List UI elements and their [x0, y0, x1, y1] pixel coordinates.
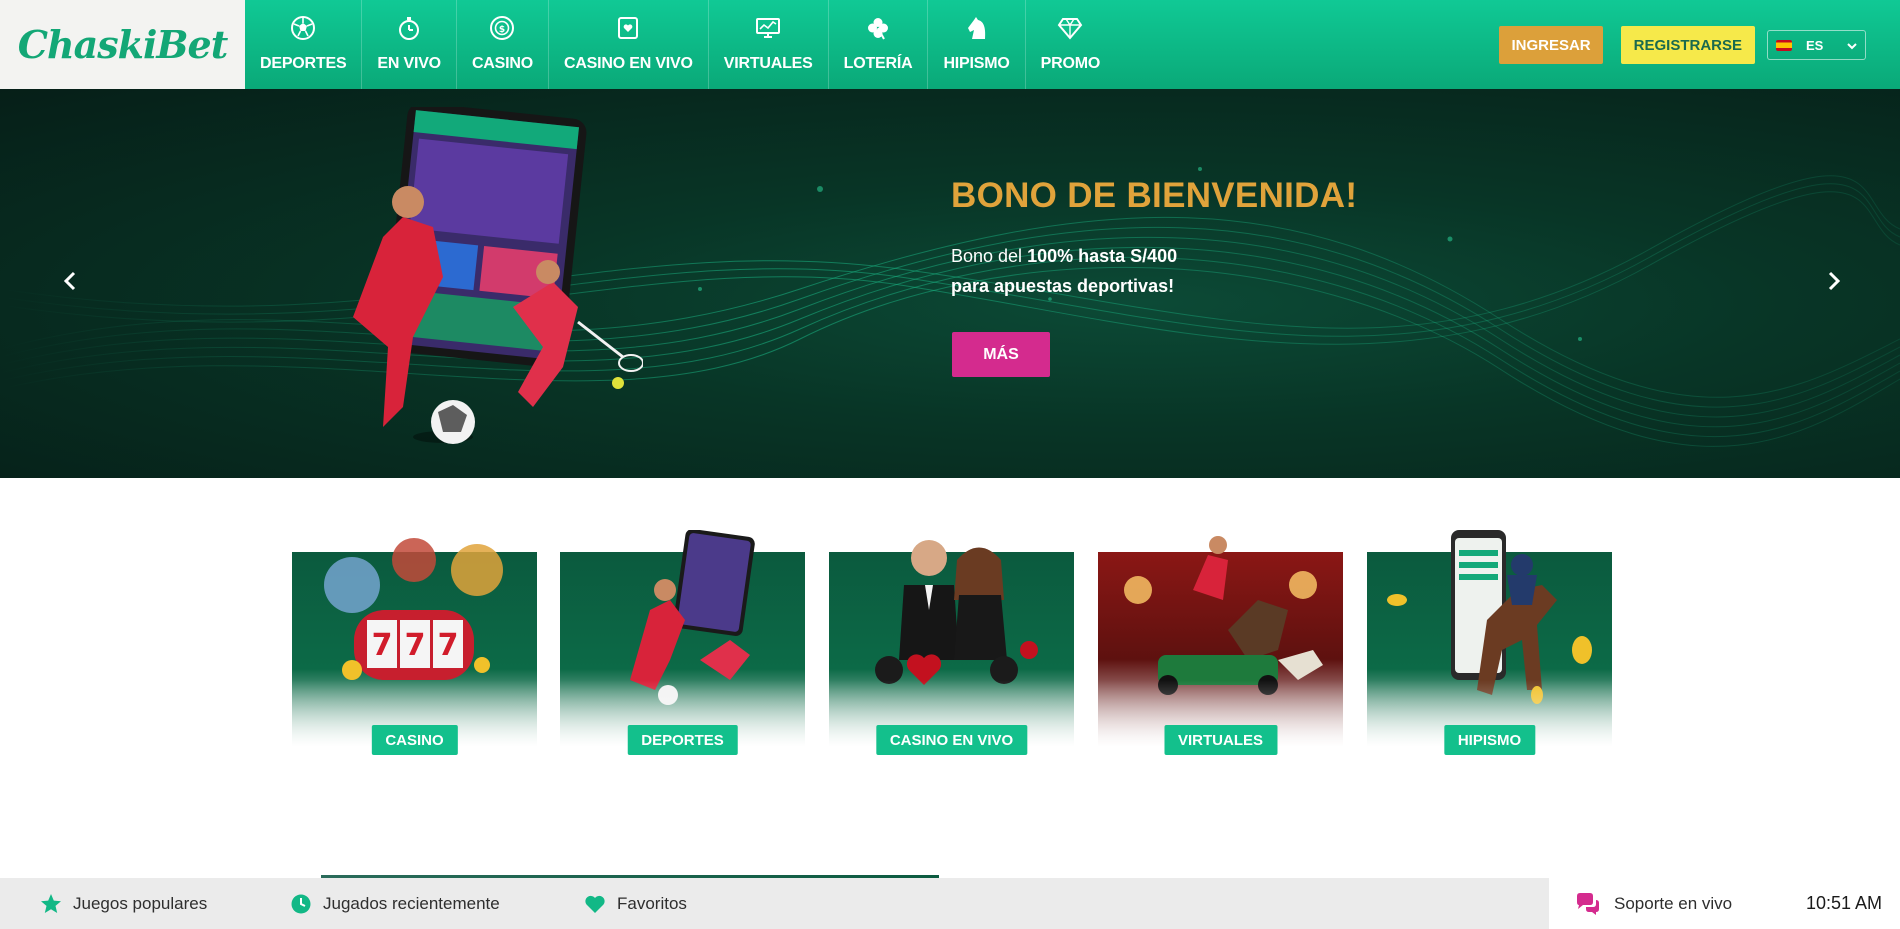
- nav-label: HIPISMO: [943, 55, 1010, 72]
- favorites-label: Favoritos: [617, 893, 687, 913]
- category-button-casino[interactable]: CASINO: [371, 725, 458, 755]
- popular-games-tab[interactable]: Juegos populares: [40, 893, 207, 915]
- nav-item-deportes[interactable]: DEPORTES: [245, 0, 363, 89]
- nav-item-en-vivo[interactable]: EN VIVO: [362, 0, 457, 89]
- hero-subtitle-line2: para apuestas deportivas!: [951, 276, 1175, 296]
- recently-played-tab[interactable]: Jugados recientemente: [290, 893, 500, 915]
- login-button[interactable]: INGRESAR: [1499, 26, 1603, 64]
- hero-banner: BONO DE BIENVENIDA! Bono del 100% hasta …: [0, 89, 1900, 478]
- live-support-label: Soporte en vivo: [1614, 893, 1733, 913]
- bottom-games-bar: Juegos populares Jugados recientemente F…: [0, 878, 1549, 929]
- category-card-deportes[interactable]: DEPORTES: [560, 530, 805, 780]
- nav-label: DEPORTES: [260, 55, 347, 72]
- stopwatch-icon: [396, 15, 422, 41]
- heart-icon: [585, 895, 605, 913]
- category-button-hipismo[interactable]: HIPISMO: [1443, 725, 1536, 755]
- horse-head-icon: [964, 15, 990, 41]
- svg-text:7: 7: [372, 628, 393, 663]
- hero-promo-image: [353, 107, 643, 444]
- spain-flag-icon: [1776, 39, 1792, 51]
- nav-item-casino-en-vivo[interactable]: CASINO EN VIVO: [549, 0, 709, 89]
- monitor-chart-icon: [755, 15, 781, 41]
- svg-text:7: 7: [405, 628, 426, 663]
- category-button-deportes[interactable]: DEPORTES: [627, 725, 738, 755]
- star-icon: [41, 893, 61, 913]
- logo-text: ChaskiBet: [17, 22, 228, 67]
- hero-title: BONO DE BIENVENIDA!: [951, 176, 1358, 215]
- main-nav: DEPORTES EN VIVO $ CASINO CASINO EN VIVO…: [245, 0, 1115, 89]
- carousel-next-arrow[interactable]: [1822, 269, 1846, 293]
- carousel-prev-arrow[interactable]: [58, 269, 82, 293]
- hero-more-button[interactable]: MÁS: [952, 332, 1050, 377]
- category-card-casino-en-vivo[interactable]: CASINO EN VIVO: [829, 530, 1074, 780]
- category-card-casino[interactable]: 7 7 7 CASINO: [292, 530, 537, 780]
- diamond-icon: [1057, 15, 1083, 41]
- nav-item-casino[interactable]: $ CASINO: [457, 0, 549, 89]
- nav-item-virtuales[interactable]: VIRTUALES: [709, 0, 829, 89]
- category-button-virtuales[interactable]: VIRTUALES: [1163, 725, 1278, 755]
- nav-label: LOTERÍA: [843, 55, 913, 72]
- favorites-tab[interactable]: Favoritos: [584, 893, 687, 915]
- nav-item-loteria[interactable]: LOTERÍA: [829, 0, 929, 89]
- hero-subtitle-line1: Bono del 100% hasta S/400: [951, 246, 1177, 267]
- nav-item-hipismo[interactable]: HIPISMO: [928, 0, 1026, 89]
- category-card-hipismo[interactable]: HIPISMO: [1367, 530, 1612, 780]
- hero-wave-background: [0, 167, 1900, 447]
- popular-games-label: Juegos populares: [73, 893, 208, 913]
- casino-chip-icon: $: [489, 15, 515, 41]
- hero-line1-prefix: Bono del: [951, 246, 1028, 266]
- chevron-down-icon: [1847, 38, 1857, 53]
- header-actions: INGRESAR REGISTRARSE ES: [1499, 26, 1866, 64]
- nav-label: EN VIVO: [377, 55, 441, 72]
- svg-text:$: $: [499, 25, 505, 35]
- clover-icon: [865, 15, 891, 41]
- recently-played-label: Jugados recientemente: [323, 893, 500, 913]
- hero-line1-bold: 100% hasta S/400: [1027, 246, 1178, 266]
- language-value: ES: [1806, 37, 1824, 53]
- nav-item-promo[interactable]: PROMO: [1026, 0, 1115, 89]
- nav-label: VIRTUALES: [723, 55, 813, 72]
- category-cards: 7 7 7 CASINO DEPORTES CASINO EN VIVO VIR…: [292, 530, 1612, 780]
- svg-text:7: 7: [438, 628, 459, 663]
- logo[interactable]: ChaskiBet: [0, 0, 245, 89]
- top-header: ChaskiBet DEPORTES EN VIVO $ CASINO CASI…: [0, 0, 1900, 89]
- language-select[interactable]: ES: [1767, 30, 1866, 60]
- support-bar: Soporte en vivo 10:51 AM: [1549, 878, 1900, 929]
- category-card-virtuales[interactable]: VIRTUALES: [1098, 530, 1343, 780]
- category-button-casino-en-vivo[interactable]: CASINO EN VIVO: [875, 725, 1028, 755]
- live-support-link[interactable]: Soporte en vivo: [1575, 892, 1732, 916]
- clock-icon: [291, 894, 311, 913]
- chat-bubbles-icon: [1577, 892, 1599, 915]
- nav-label: PROMO: [1040, 55, 1101, 72]
- card-heart-icon: [615, 15, 641, 41]
- register-button[interactable]: REGISTRARSE: [1620, 26, 1755, 64]
- nav-label: CASINO EN VIVO: [563, 55, 693, 72]
- clock-time: 10:51 AM: [1806, 893, 1883, 913]
- nav-label: CASINO: [471, 55, 533, 72]
- soccer-ball-icon: [290, 15, 316, 41]
